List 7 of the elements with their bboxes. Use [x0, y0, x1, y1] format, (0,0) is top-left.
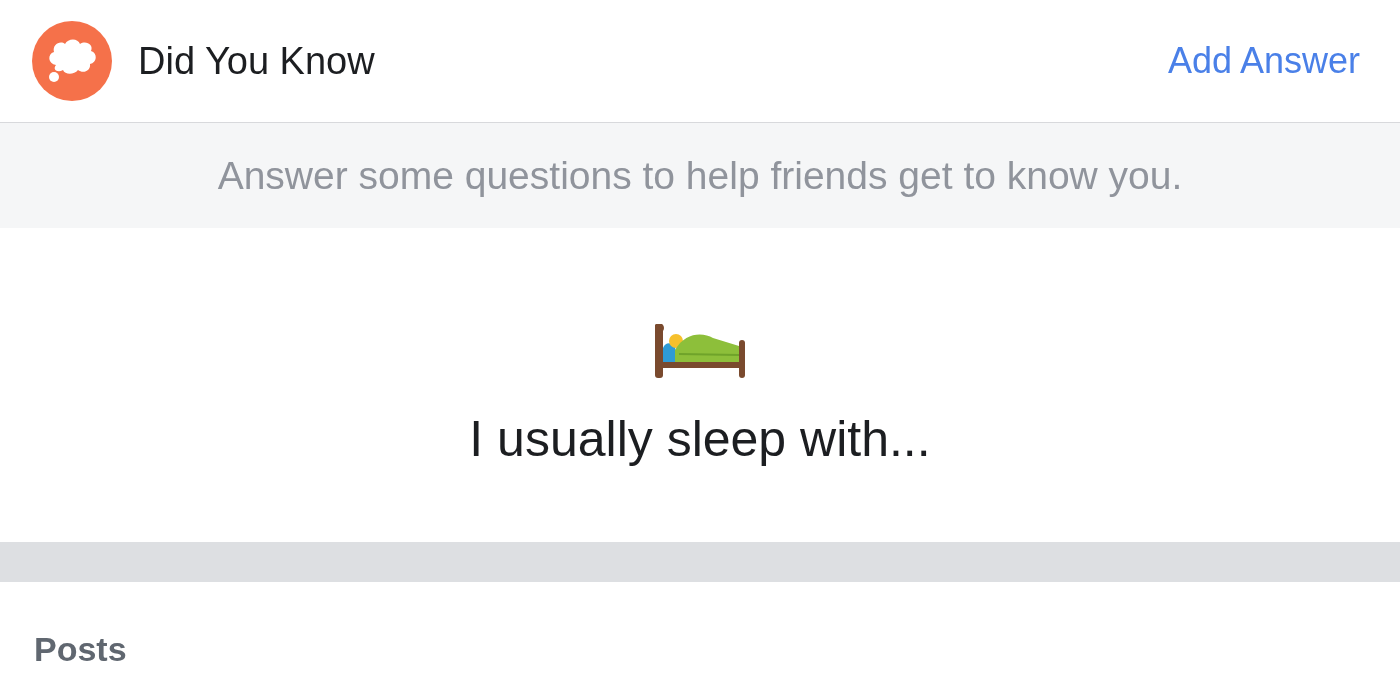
prompt-text: Answer some questions to help friends get to know you. — [217, 156, 1183, 195]
add-answer-link[interactable]: Add Answer — [1167, 43, 1360, 79]
section-title: Posts — [34, 630, 127, 668]
thought-bubble-icon — [32, 21, 112, 101]
question-text: I usually sleep with... — [469, 414, 931, 464]
card-title: Did You Know — [138, 42, 375, 80]
person-in-bed-icon — [655, 324, 745, 378]
